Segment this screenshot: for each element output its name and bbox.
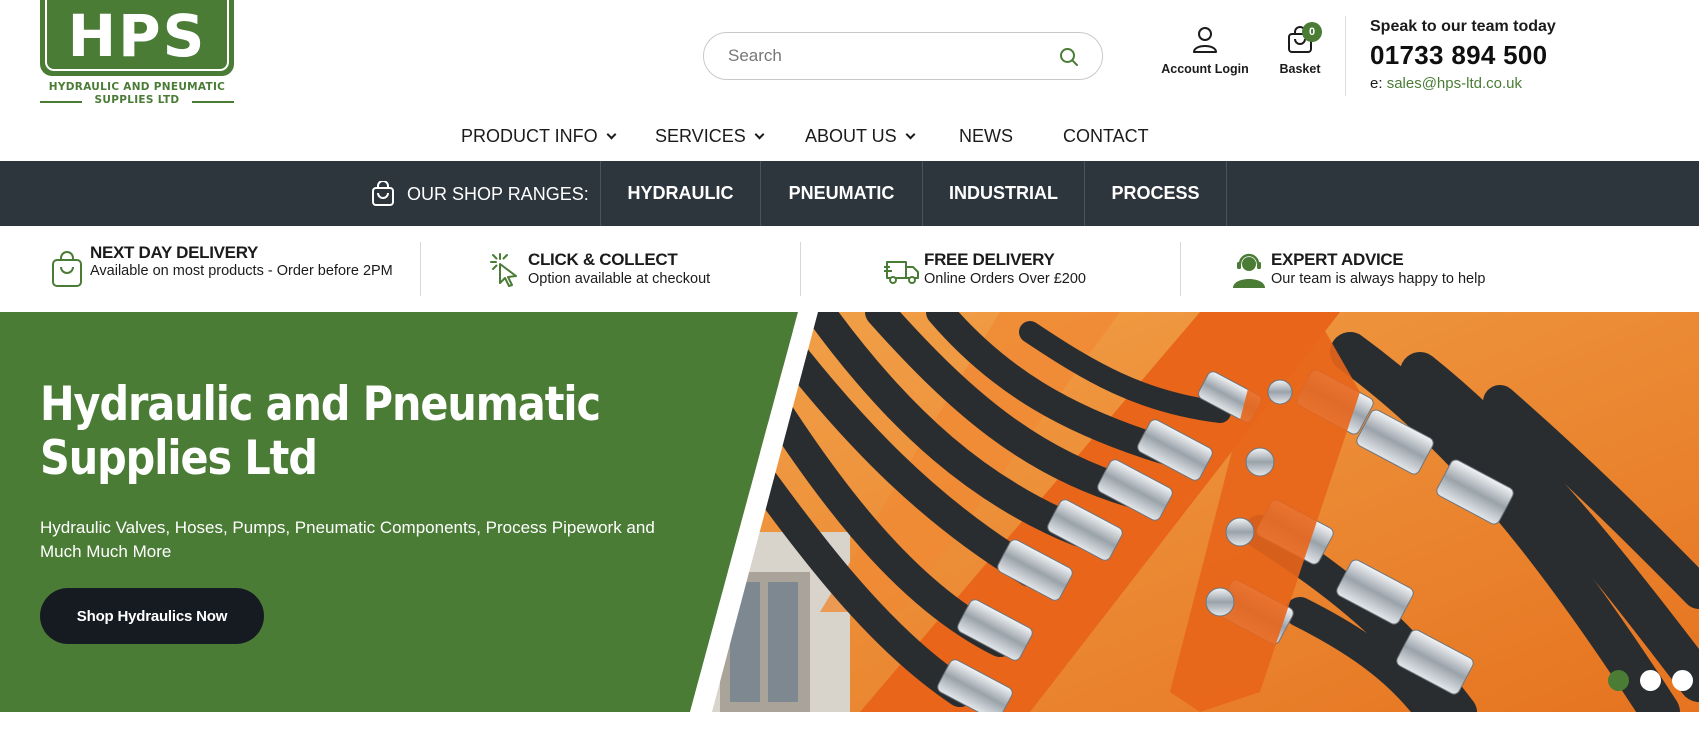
- nav-label: NEWS: [959, 126, 1013, 146]
- slider-dot-3[interactable]: [1672, 670, 1693, 691]
- cursor-click-icon: [490, 253, 517, 287]
- basket-count-badge: 0: [1302, 22, 1322, 42]
- usp-text: Option available at checkout: [528, 271, 711, 287]
- tab-pneumatic[interactable]: PNEUMATIC: [760, 161, 922, 226]
- usp-free-delivery: FREE DELIVERY Online Orders Over £200: [884, 226, 1184, 312]
- user-icon: [1193, 27, 1217, 53]
- usp-text: Available on most products - Order befor…: [90, 263, 393, 279]
- logo-tagline-line2: SUPPLIES LTD: [94, 94, 180, 106]
- email-line: e: sales@hps-ltd.co.uk: [1370, 75, 1690, 92]
- contact-block: Speak to our team today 01733 894 500 e:…: [1370, 18, 1690, 92]
- account-login-label: Account Login: [1161, 62, 1249, 76]
- logo-rule-right: [192, 101, 234, 103]
- account-login-link[interactable]: Account Login: [1155, 26, 1255, 86]
- shopping-bag-icon: [372, 181, 394, 206]
- tab-industrial[interactable]: INDUSTRIAL: [922, 161, 1084, 226]
- chevron-down-icon: [754, 129, 765, 140]
- usp-title: EXPERT ADVICE: [1271, 250, 1404, 269]
- basket-link[interactable]: 0 Basket: [1270, 22, 1330, 86]
- support-agent-icon: [1233, 253, 1265, 288]
- nav-label: PRODUCT INFO: [461, 126, 598, 146]
- usp-title: NEXT DAY DELIVERY: [90, 243, 259, 262]
- nav-label: ABOUT US: [805, 126, 897, 146]
- contact-heading: Speak to our team today: [1370, 18, 1556, 35]
- tab-divider: [1226, 161, 1227, 226]
- phone-number[interactable]: 01733 894 500: [1370, 40, 1690, 71]
- search-input[interactable]: [728, 43, 1048, 69]
- usp-expert-advice: EXPERT ADVICE Our team is always happy t…: [1231, 226, 1551, 312]
- hero-title: Hydraulic and Pneumatic Supplies Ltd: [40, 377, 601, 486]
- usp-text: Online Orders Over £200: [924, 271, 1086, 287]
- usp-divider: [420, 242, 421, 296]
- hero-subtitle: Hydraulic Valves, Hoses, Pumps, Pneumati…: [40, 518, 655, 561]
- hero-banner: Hydraulic and Pneumatic Supplies Ltd Hyd…: [0, 312, 1699, 712]
- search-icon[interactable]: [1058, 46, 1080, 68]
- usp-next-day-delivery: NEXT DAY DELIVERY Available on most prod…: [50, 226, 410, 312]
- nav-label: CONTACT: [1063, 126, 1149, 146]
- nav-label: SERVICES: [655, 126, 746, 146]
- usp-strip: NEXT DAY DELIVERY Available on most prod…: [0, 226, 1699, 538]
- email-prefix: e:: [1370, 75, 1383, 92]
- usp-divider: [1180, 242, 1181, 296]
- logo-letters: HPS: [67, 2, 207, 70]
- main-nav: PRODUCT INFO SERVICES ABOUT US NEWS CONT…: [0, 126, 1699, 152]
- usp-click-collect: CLICK & COLLECT Option available at chec…: [488, 226, 788, 312]
- chevron-down-icon: [606, 129, 617, 140]
- slider-dots: [1608, 670, 1693, 691]
- delivery-truck-icon: [884, 261, 919, 284]
- slider-dot-1[interactable]: [1608, 670, 1629, 691]
- site-logo[interactable]: HPS HYDRAULIC AND PNEUMATIC SUPPLIES LTD: [40, 0, 234, 108]
- nav-item-product-info[interactable]: PRODUCT INFO: [461, 126, 617, 147]
- nav-item-news[interactable]: NEWS: [959, 126, 1013, 147]
- shopping-bag-icon: [52, 251, 82, 287]
- usp-divider: [800, 242, 801, 296]
- nav-item-services[interactable]: SERVICES: [655, 126, 765, 147]
- logo-tagline-line1: HYDRAULIC AND PNEUMATIC: [48, 81, 226, 93]
- usp-title: CLICK & COLLECT: [528, 250, 678, 269]
- shop-ranges-text: OUR SHOP RANGES:: [407, 183, 589, 204]
- shop-ranges-bar: OUR SHOP RANGES: HYDRAULIC PNEUMATIC IND…: [0, 161, 1699, 226]
- nav-item-contact[interactable]: CONTACT: [1063, 126, 1149, 147]
- basket-label: Basket: [1279, 62, 1321, 76]
- search-box: [703, 32, 1103, 80]
- chevron-down-icon: [905, 129, 916, 140]
- tab-hydraulic[interactable]: HYDRAULIC: [600, 161, 760, 226]
- nav-item-about-us[interactable]: ABOUT US: [805, 126, 916, 147]
- slider-dot-2[interactable]: [1640, 670, 1661, 691]
- tab-process[interactable]: PROCESS: [1084, 161, 1226, 226]
- usp-text: Our team is always happy to help: [1271, 271, 1486, 287]
- shop-ranges-label: OUR SHOP RANGES:: [371, 177, 589, 211]
- hydraulic-hoses-image: [700, 312, 1699, 712]
- site-header: HPS HYDRAULIC AND PNEUMATIC SUPPLIES LTD…: [0, 0, 1699, 160]
- usp-title: FREE DELIVERY: [924, 250, 1055, 269]
- shop-hydraulics-button[interactable]: Shop Hydraulics Now: [40, 588, 264, 644]
- header-divider: [1345, 16, 1346, 96]
- hero-green-panel: [0, 312, 798, 712]
- email-link[interactable]: sales@hps-ltd.co.uk: [1387, 75, 1522, 92]
